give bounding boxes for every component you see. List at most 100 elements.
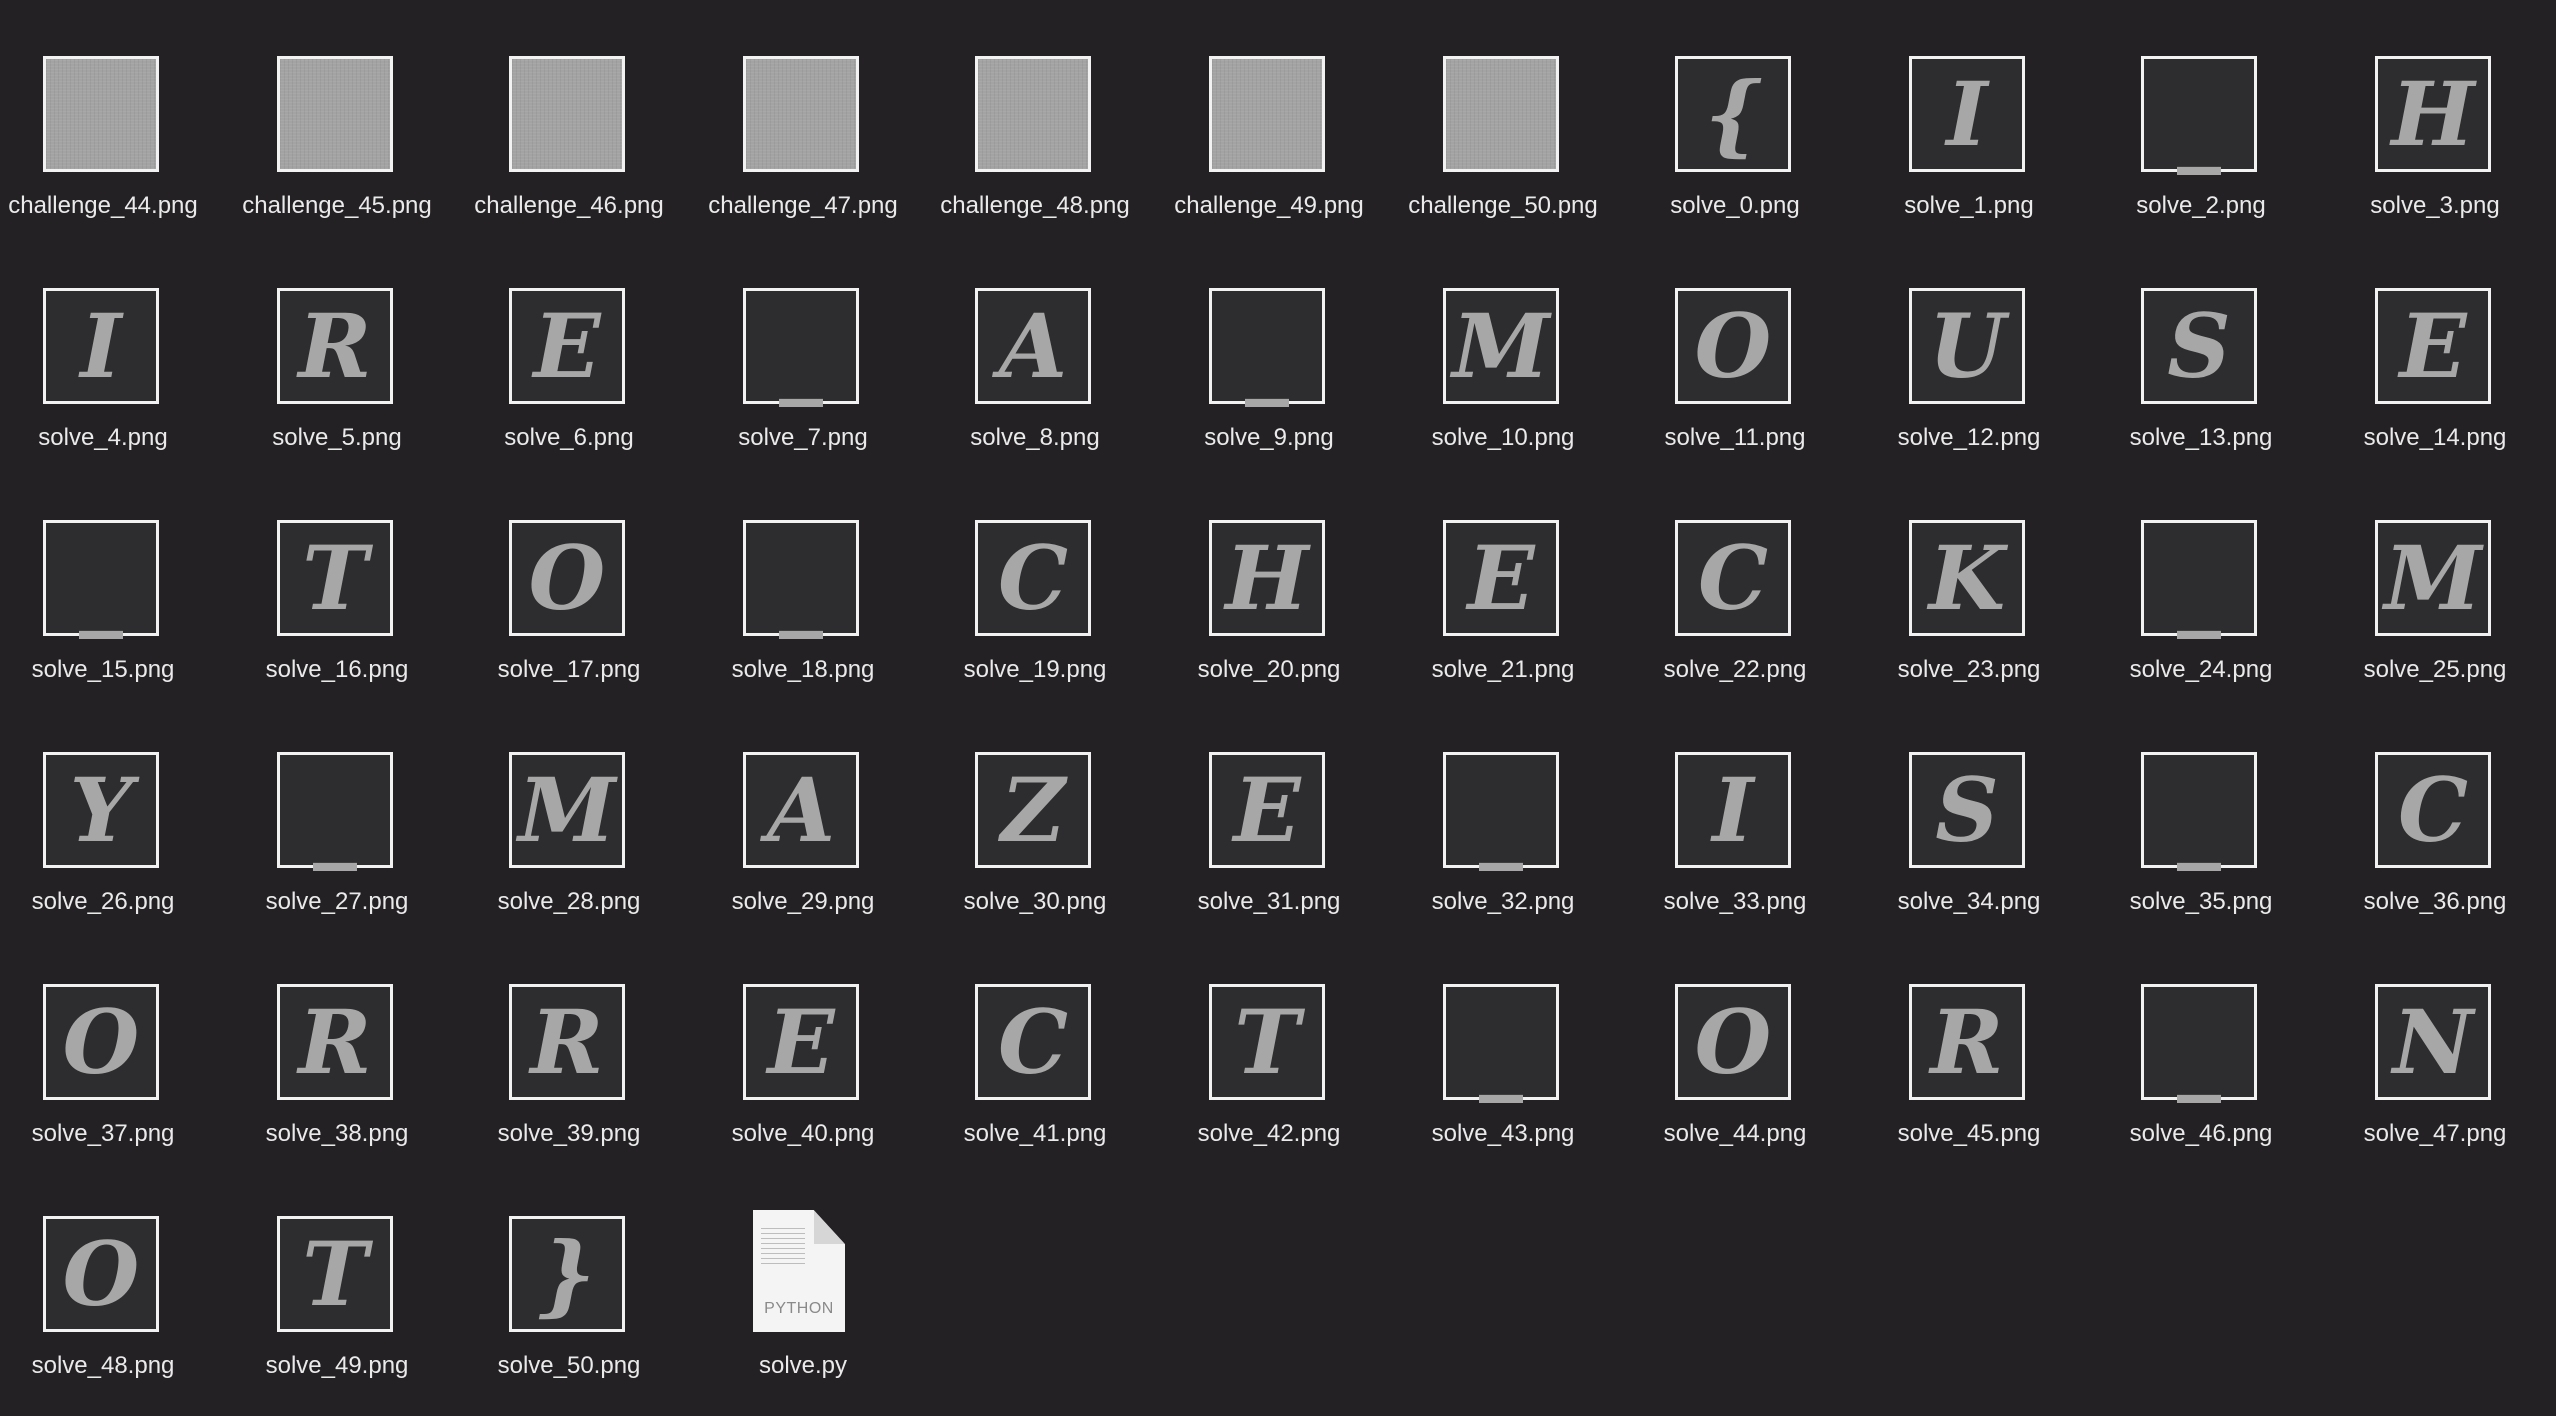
file-item-solve-47-png[interactable]: Nsolve_47.png [2319,928,2551,1160]
file-item-solve-32-png[interactable]: _ solve_32.png [1387,696,1619,928]
thumbnail-glyph: R [298,294,372,398]
file-item-solve-16-png[interactable]: Tsolve_16.png [221,464,453,696]
file-name-label: solve_33.png [1663,888,1807,915]
file-item-solve-12-png[interactable]: Usolve_12.png [1853,232,2085,464]
file-item-solve-38-png[interactable]: Rsolve_38.png [221,928,453,1160]
file-item-solve-22-png[interactable]: Csolve_22.png [1619,464,1851,696]
file-item-solve-18-png[interactable]: _ solve_18.png [687,464,919,696]
glyph-image-thumbnail: Y [43,752,159,868]
file-item-solve-15-png[interactable]: _ solve_15.png [0,464,219,696]
file-item-solve-23-png[interactable]: Ksolve_23.png [1853,464,2085,696]
file-item-solve-31-png[interactable]: Esolve_31.png [1153,696,1385,928]
thumbnail-glyph: _ [1479,767,1523,871]
glyph-image-thumbnail: O [509,520,625,636]
file-item-solve-2-png[interactable]: _ solve_2.png [2085,0,2317,232]
file-item-solve-45-png[interactable]: Rsolve_45.png [1853,928,2085,1160]
file-type-badge: PYTHON [764,1300,834,1317]
file-name-label: challenge_47.png [708,192,898,219]
file-name-label: solve.py [758,1352,848,1379]
file-item-solve-48-png[interactable]: Osolve_48.png [0,1160,219,1392]
file-name-label: solve_31.png [1197,888,1341,915]
noise-image-thumbnail [277,56,393,172]
file-name-label: solve_7.png [738,424,868,451]
file-name-label: solve_41.png [963,1120,1107,1147]
file-item-solve-20-png[interactable]: Hsolve_20.png [1153,464,1385,696]
file-item-solve-49-png[interactable]: Tsolve_49.png [221,1160,453,1392]
file-item-solve-26-png[interactable]: Ysolve_26.png [0,696,219,928]
file-item-solve-35-png[interactable]: _ solve_35.png [2085,696,2317,928]
file-item-solve-39-png[interactable]: Rsolve_39.png [453,928,685,1160]
file-item-challenge-45-png[interactable]: challenge_45.png [221,0,453,232]
file-item-solve-50-png[interactable]: } solve_50.png [453,1160,685,1392]
file-item-solve-19-png[interactable]: Csolve_19.png [919,464,1151,696]
thumbnail-glyph: O [1694,990,1772,1094]
file-item-solve-1-png[interactable]: Isolve_1.png [1853,0,2085,232]
file-item-challenge-46-png[interactable]: challenge_46.png [453,0,685,232]
file-item-solve-8-png[interactable]: Asolve_8.png [919,232,1151,464]
file-item-solve-24-png[interactable]: _ solve_24.png [2085,464,2317,696]
file-item-solve-7-png[interactable]: _ solve_7.png [687,232,919,464]
thumbnail-glyph: _ [1479,999,1523,1103]
file-name-label: solve_37.png [31,1120,175,1147]
file-name-label: solve_16.png [265,656,409,683]
file-item-solve-5-png[interactable]: Rsolve_5.png [221,232,453,464]
file-item-solve-40-png[interactable]: Esolve_40.png [687,928,919,1160]
file-item-challenge-48-png[interactable]: challenge_48.png [919,0,1151,232]
file-item-challenge-44-png[interactable]: challenge_44.png [0,0,219,232]
file-name-label: solve_18.png [731,656,875,683]
file-item-solve-21-png[interactable]: Esolve_21.png [1387,464,1619,696]
file-item-solve-4-png[interactable]: Isolve_4.png [0,232,219,464]
file-item-solve-py[interactable]: PYTHON solve.py [687,1160,919,1392]
glyph-image-thumbnail: S [1909,752,2025,868]
file-item-solve-10-png[interactable]: Msolve_10.png [1387,232,1619,464]
file-name-label: solve_19.png [963,656,1107,683]
glyph-image-thumbnail: O [43,984,159,1100]
file-item-challenge-47-png[interactable]: challenge_47.png [687,0,919,232]
file-name-label: solve_4.png [38,424,168,451]
file-item-solve-17-png[interactable]: Osolve_17.png [453,464,685,696]
file-item-solve-0-png[interactable]: { solve_0.png [1619,0,1851,232]
file-item-solve-29-png[interactable]: Asolve_29.png [687,696,919,928]
thumbnail-glyph: S [1935,758,1999,862]
file-item-solve-37-png[interactable]: Osolve_37.png [0,928,219,1160]
file-item-solve-30-png[interactable]: Zsolve_30.png [919,696,1151,928]
file-item-solve-9-png[interactable]: _ solve_9.png [1153,232,1385,464]
file-item-solve-11-png[interactable]: Osolve_11.png [1619,232,1851,464]
glyph-image-thumbnail: } [509,1216,625,1332]
file-name-label: solve_50.png [497,1352,641,1379]
file-item-challenge-49-png[interactable]: challenge_49.png [1153,0,1385,232]
file-item-solve-34-png[interactable]: Ssolve_34.png [1853,696,2085,928]
file-item-solve-42-png[interactable]: Tsolve_42.png [1153,928,1385,1160]
file-item-solve-41-png[interactable]: Csolve_41.png [919,928,1151,1160]
file-item-solve-13-png[interactable]: Ssolve_13.png [2085,232,2317,464]
thumbnail-glyph: H [2391,62,2475,166]
glyph-image-thumbnail: { [1675,56,1791,172]
file-item-solve-43-png[interactable]: _ solve_43.png [1387,928,1619,1160]
file-item-solve-44-png[interactable]: Osolve_44.png [1619,928,1851,1160]
glyph-image-thumbnail: _ [2141,520,2257,636]
file-item-solve-14-png[interactable]: Esolve_14.png [2319,232,2551,464]
glyph-image-thumbnail: T [277,1216,393,1332]
glyph-image-thumbnail: H [1209,520,1325,636]
file-name-label: solve_17.png [497,656,641,683]
file-item-solve-6-png[interactable]: Esolve_6.png [453,232,685,464]
file-item-solve-27-png[interactable]: _ solve_27.png [221,696,453,928]
file-name-label: solve_2.png [2136,192,2266,219]
file-item-solve-36-png[interactable]: Csolve_36.png [2319,696,2551,928]
file-item-challenge-50-png[interactable]: challenge_50.png [1387,0,1619,232]
thumbnail-glyph: C [997,990,1069,1094]
file-item-solve-25-png[interactable]: Msolve_25.png [2319,464,2551,696]
glyph-image-thumbnail: T [277,520,393,636]
file-item-solve-46-png[interactable]: _ solve_46.png [2085,928,2317,1160]
file-icon-grid: challenge_44.png challenge_45.png challeng… [0,0,2556,1416]
file-name-label: challenge_49.png [1174,192,1364,219]
glyph-image-thumbnail: _ [2141,984,2257,1100]
glyph-image-thumbnail: _ [743,520,859,636]
file-item-solve-28-png[interactable]: Msolve_28.png [453,696,685,928]
file-item-solve-3-png[interactable]: Hsolve_3.png [2319,0,2551,232]
noise-image-thumbnail [1209,56,1325,172]
file-name-label: solve_0.png [1670,192,1800,219]
file-name-label: solve_22.png [1663,656,1807,683]
thumbnail-glyph: T [1234,990,1300,1094]
file-item-solve-33-png[interactable]: Isolve_33.png [1619,696,1851,928]
